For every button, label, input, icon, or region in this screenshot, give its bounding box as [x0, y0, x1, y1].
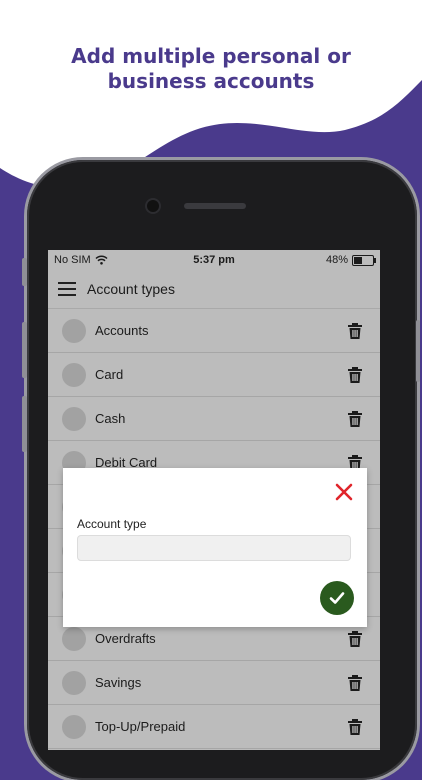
battery-percent: 48%	[325, 254, 348, 266]
close-icon[interactable]	[335, 483, 353, 501]
list-item[interactable]: Top-Up/Prepaid	[48, 705, 380, 749]
app-bar: Account types	[48, 270, 380, 309]
trash-icon[interactable]	[346, 674, 364, 692]
carrier-text: No SIM	[54, 254, 91, 266]
account-type-avatar	[62, 626, 86, 651]
trash-icon[interactable]	[346, 718, 364, 736]
list-item[interactable]: Accounts	[48, 309, 380, 353]
account-type-avatar	[62, 670, 86, 695]
wifi-icon	[95, 255, 108, 265]
hamburger-icon[interactable]	[58, 282, 76, 296]
phone-mute-switch	[22, 258, 27, 286]
account-type-label: Cash	[95, 411, 126, 426]
phone-volume-up-button	[22, 322, 27, 378]
checkmark-icon	[329, 592, 345, 604]
account-type-label: Top-Up/Prepaid	[95, 719, 186, 734]
account-type-label: Savings	[95, 675, 142, 690]
list-item[interactable]: Savings	[48, 661, 380, 705]
phone-power-button	[416, 320, 420, 382]
trash-icon[interactable]	[346, 322, 364, 340]
headline-line-2: business accounts	[107, 69, 315, 93]
account-type-input[interactable]	[77, 535, 351, 561]
front-camera	[147, 200, 159, 212]
list-item[interactable]: Cash	[48, 397, 380, 441]
account-type-label: Overdrafts	[95, 631, 156, 646]
account-type-avatar	[62, 714, 86, 739]
trash-icon[interactable]	[346, 366, 364, 384]
trash-icon[interactable]	[346, 630, 364, 648]
phone-volume-down-button	[22, 396, 27, 452]
account-type-label: Card	[95, 367, 124, 382]
account-type-avatar	[62, 406, 86, 431]
battery-icon	[352, 254, 376, 266]
page-title: Account types	[87, 281, 175, 297]
confirm-button[interactable]	[320, 581, 354, 615]
account-type-avatar	[62, 318, 86, 343]
battery-level-fill	[354, 256, 362, 264]
trash-icon[interactable]	[346, 410, 364, 428]
account-type-label: Account type	[77, 517, 147, 531]
account-type-label: Accounts	[95, 323, 149, 338]
account-type-avatar	[62, 362, 86, 387]
status-bar: No SIM 5:37 pm 48%	[48, 250, 380, 270]
add-account-type-dialog: Account type	[63, 468, 367, 627]
headline-line-1: Add multiple personal or	[71, 44, 351, 68]
earpiece-speaker	[184, 203, 246, 209]
promo-headline: Add multiple personal or business accoun…	[0, 44, 422, 94]
list-item[interactable]: Card	[48, 353, 380, 397]
